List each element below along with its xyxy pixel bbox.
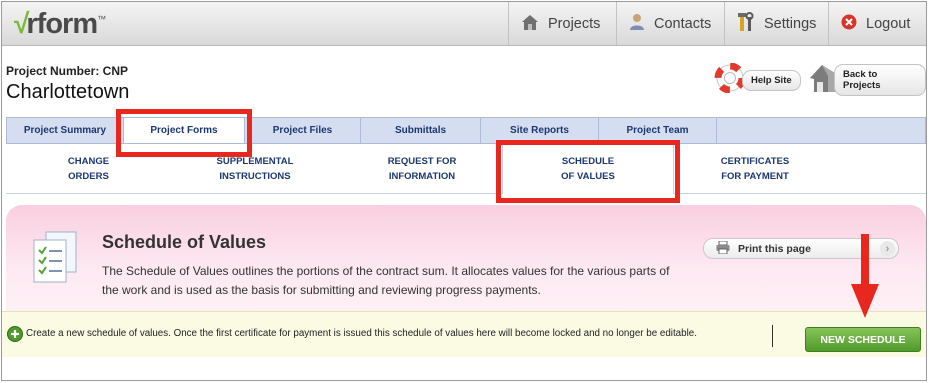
nav-logout[interactable]: Logout	[828, 2, 926, 45]
subtab-cert-line2: FOR PAYMENT	[721, 171, 789, 182]
subtab-change-orders-line2: ORDERS	[68, 171, 109, 182]
subtab-rfi-line1: REQUEST FOR	[387, 156, 457, 167]
subtab-certificates-for-payment[interactable]: CERTIFICATES FOR PAYMENT	[700, 144, 810, 194]
add-circle-icon	[7, 326, 23, 347]
subtab-change-orders-line1: CHANGE	[67, 156, 110, 167]
tab-project-summary[interactable]: Project Summary	[7, 118, 124, 143]
highlight-schedule-of-values	[496, 140, 680, 203]
help-site-label: Help Site	[742, 69, 801, 91]
tab-project-files[interactable]: Project Files	[245, 118, 361, 143]
back-to-projects-label: Back to Projects	[834, 64, 926, 96]
logo-text: rform	[26, 8, 98, 40]
nav-settings[interactable]: Settings	[724, 2, 828, 45]
subtab-rfi-line2: INFORMATION	[388, 171, 456, 182]
logout-x-icon	[841, 14, 857, 34]
subtab-cert-line1: CERTIFICATES	[720, 156, 790, 167]
top-navigation: Projects Contacts Settings Logout	[508, 2, 926, 45]
app-window: √rform™ Projects Contacts Settings Logou…	[1, 1, 927, 381]
document-checklist-icon	[30, 230, 80, 291]
red-down-arrow-icon	[851, 234, 879, 318]
logo-trademark: ™	[97, 14, 106, 24]
text-cursor-divider	[772, 325, 773, 347]
nav-settings-label: Settings	[764, 15, 817, 32]
contacts-person-icon	[629, 13, 645, 35]
schedule-of-values-panel: Schedule of Values The Schedule of Value…	[6, 205, 926, 311]
project-number: Project Number: CNP	[6, 64, 129, 78]
nav-projects[interactable]: Projects	[508, 2, 616, 45]
panel-description: The Schedule of Values outlines the port…	[102, 264, 670, 297]
tab-submittals[interactable]: Submittals	[361, 118, 481, 143]
print-page-label: Print this page	[738, 242, 811, 255]
top-bar: √rform™ Projects Contacts Settings Logou…	[2, 2, 926, 46]
vrform-logo[interactable]: √rform™	[14, 8, 106, 41]
highlight-project-forms	[116, 109, 252, 157]
chevron-right-icon: ›	[880, 241, 895, 256]
subtab-request-for-information[interactable]: REQUEST FOR INFORMATION	[368, 144, 476, 194]
projects-house-icon	[521, 13, 539, 35]
subtab-supplemental-line2: INSTRUCTIONS	[219, 171, 291, 182]
new-schedule-button[interactable]: NEW SCHEDULE	[805, 327, 921, 352]
panel-title: Schedule of Values	[102, 232, 267, 252]
nav-contacts-label: Contacts	[654, 15, 712, 32]
new-schedule-help-text: Create a new schedule of values. Once th…	[26, 328, 697, 339]
back-to-projects-button[interactable]: Back to Projects	[808, 64, 926, 96]
new-schedule-bar: Create a new schedule of values. Once th…	[2, 311, 926, 357]
help-site-button[interactable]: Help Site	[714, 62, 801, 95]
project-name: Charlottetown	[6, 81, 130, 103]
nav-logout-label: Logout	[866, 15, 911, 32]
printer-icon	[716, 240, 730, 257]
nav-projects-label: Projects	[548, 15, 601, 32]
settings-tools-icon	[737, 11, 755, 36]
nav-contacts[interactable]: Contacts	[616, 2, 724, 45]
